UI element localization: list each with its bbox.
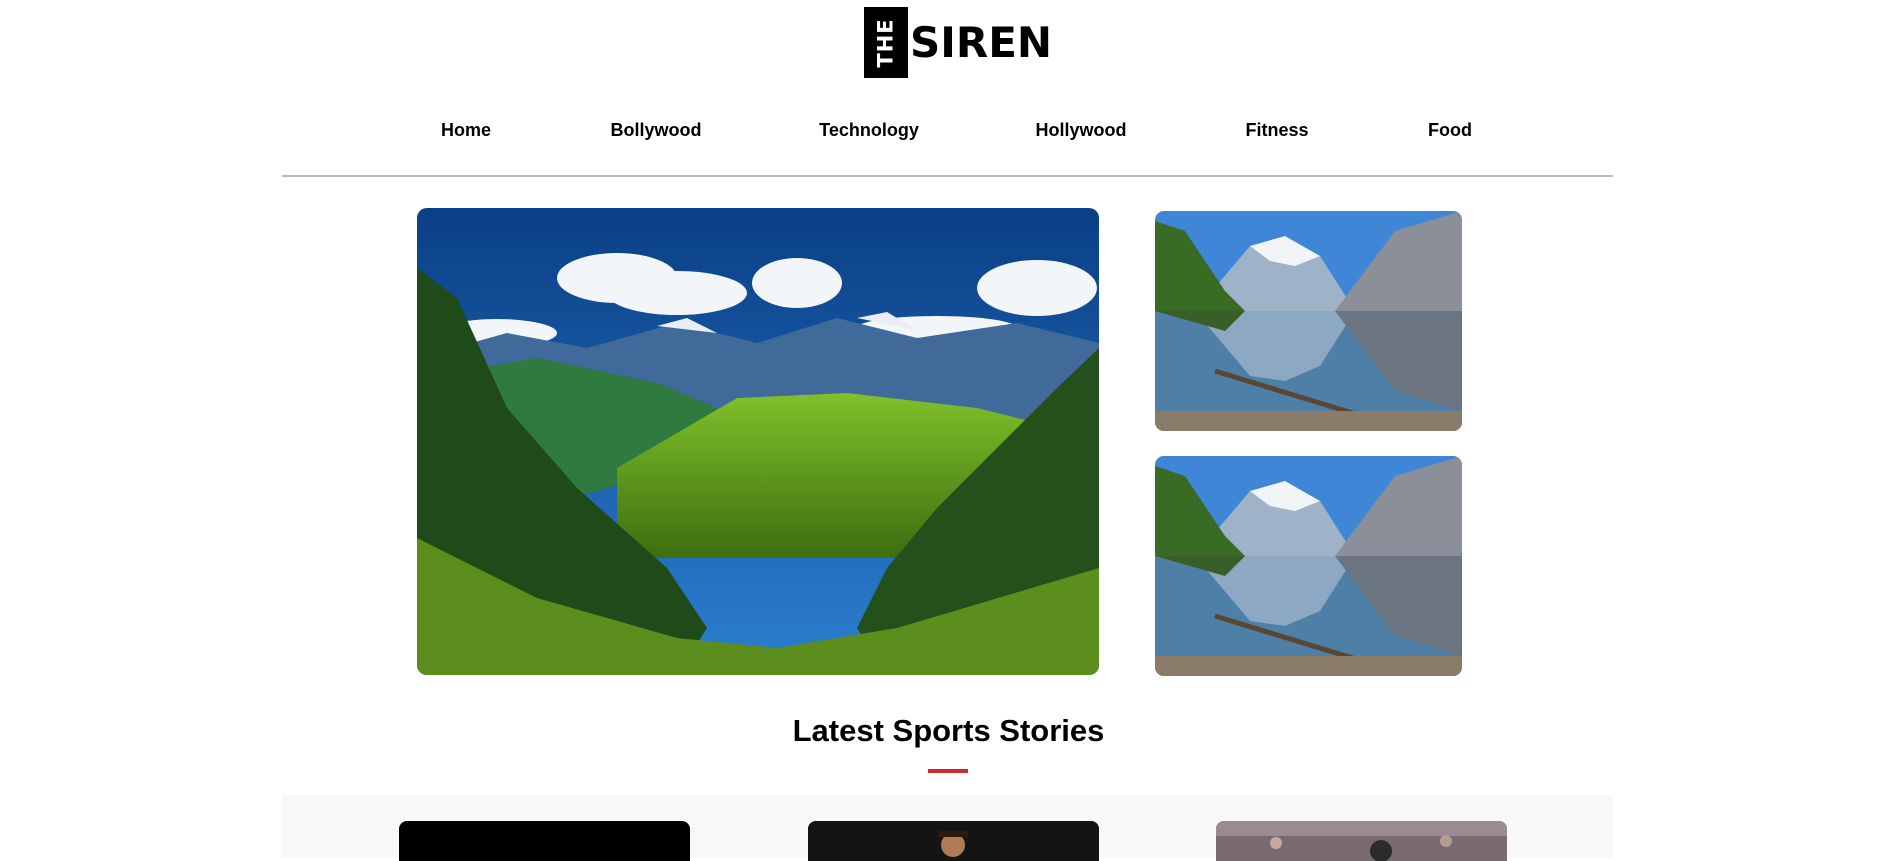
- featured-side-image-1[interactable]: [1155, 211, 1462, 431]
- title-accent-underline: [928, 769, 968, 773]
- nav-item-bollywood[interactable]: Bollywood: [611, 120, 702, 141]
- mountain-lake-image: [1155, 211, 1462, 431]
- section-title: Latest Sports Stories: [792, 713, 1105, 748]
- sports-player-image: [808, 821, 1099, 861]
- nav-item-home[interactable]: Home: [441, 120, 491, 141]
- sports-card-1[interactable]: [399, 821, 690, 861]
- mountain-valley-image: [417, 208, 1099, 675]
- site-logo[interactable]: THE SIREN: [864, 7, 1052, 78]
- logo-the-text: THE: [874, 17, 898, 68]
- main-nav: Home Bollywood Technology Hollywood Fitn…: [0, 120, 1897, 144]
- nav-item-food[interactable]: Food: [1428, 120, 1472, 141]
- nav-item-fitness[interactable]: Fitness: [1245, 120, 1308, 141]
- logo-the-badge: THE: [864, 7, 908, 78]
- featured-side-image-2[interactable]: [1155, 456, 1462, 676]
- nav-item-technology[interactable]: Technology: [819, 120, 919, 141]
- featured-main-image[interactable]: [417, 208, 1099, 675]
- sports-card-2[interactable]: [808, 821, 1099, 861]
- nav-divider: [282, 175, 1613, 177]
- logo-siren-text: SIREN: [910, 17, 1053, 67]
- nav-item-hollywood[interactable]: Hollywood: [1036, 120, 1127, 141]
- sports-card-3[interactable]: [1216, 821, 1507, 861]
- mountain-lake-image: [1155, 456, 1462, 676]
- sports-crowd-image: [1216, 821, 1507, 861]
